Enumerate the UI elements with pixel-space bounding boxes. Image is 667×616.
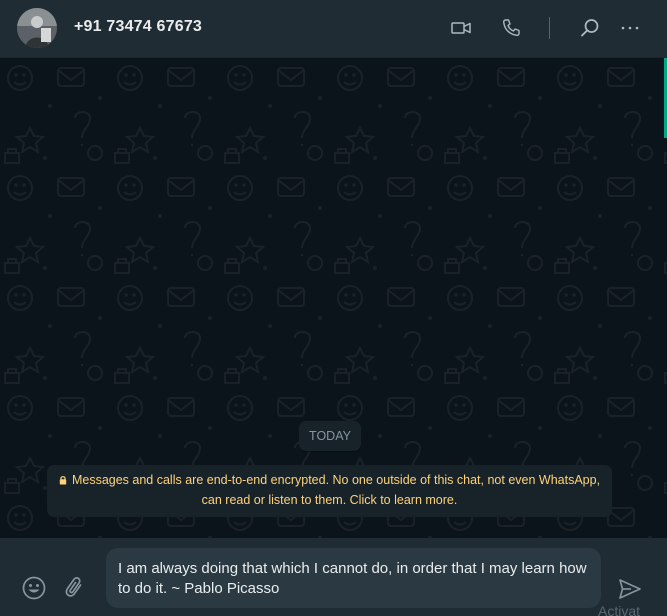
encryption-notice[interactable]: Messages and calls are end-to-end encryp… xyxy=(47,465,612,517)
chat-area[interactable]: TODAY Messages and calls are end-to-end … xyxy=(0,58,667,538)
attach-icon[interactable] xyxy=(61,574,89,602)
date-chip: TODAY xyxy=(299,421,361,451)
activation-watermark: Activat xyxy=(598,603,641,616)
contact-name[interactable]: +91 73474 67673 xyxy=(74,18,202,36)
message-input[interactable]: I am always doing that which I cannot do… xyxy=(106,548,601,608)
message-draft-text: I am always doing that which I cannot do… xyxy=(118,560,587,597)
menu-icon[interactable] xyxy=(617,15,643,41)
video-call-icon[interactable] xyxy=(448,15,474,41)
voice-call-icon[interactable] xyxy=(498,15,524,41)
composer-bar: I am always doing that which I cannot do… xyxy=(0,538,667,616)
whatsapp-chat-window: +91 73474 67673 TODAY Messages and calls… xyxy=(0,0,667,616)
search-icon[interactable] xyxy=(577,15,603,41)
lock-icon xyxy=(59,476,67,485)
send-icon[interactable] xyxy=(616,575,644,603)
encryption-notice-text: Messages and calls are end-to-end encryp… xyxy=(71,473,601,507)
emoji-icon[interactable] xyxy=(20,574,48,602)
header-divider xyxy=(549,17,550,39)
chat-header: +91 73474 67673 xyxy=(0,0,667,58)
avatar[interactable] xyxy=(17,8,57,48)
